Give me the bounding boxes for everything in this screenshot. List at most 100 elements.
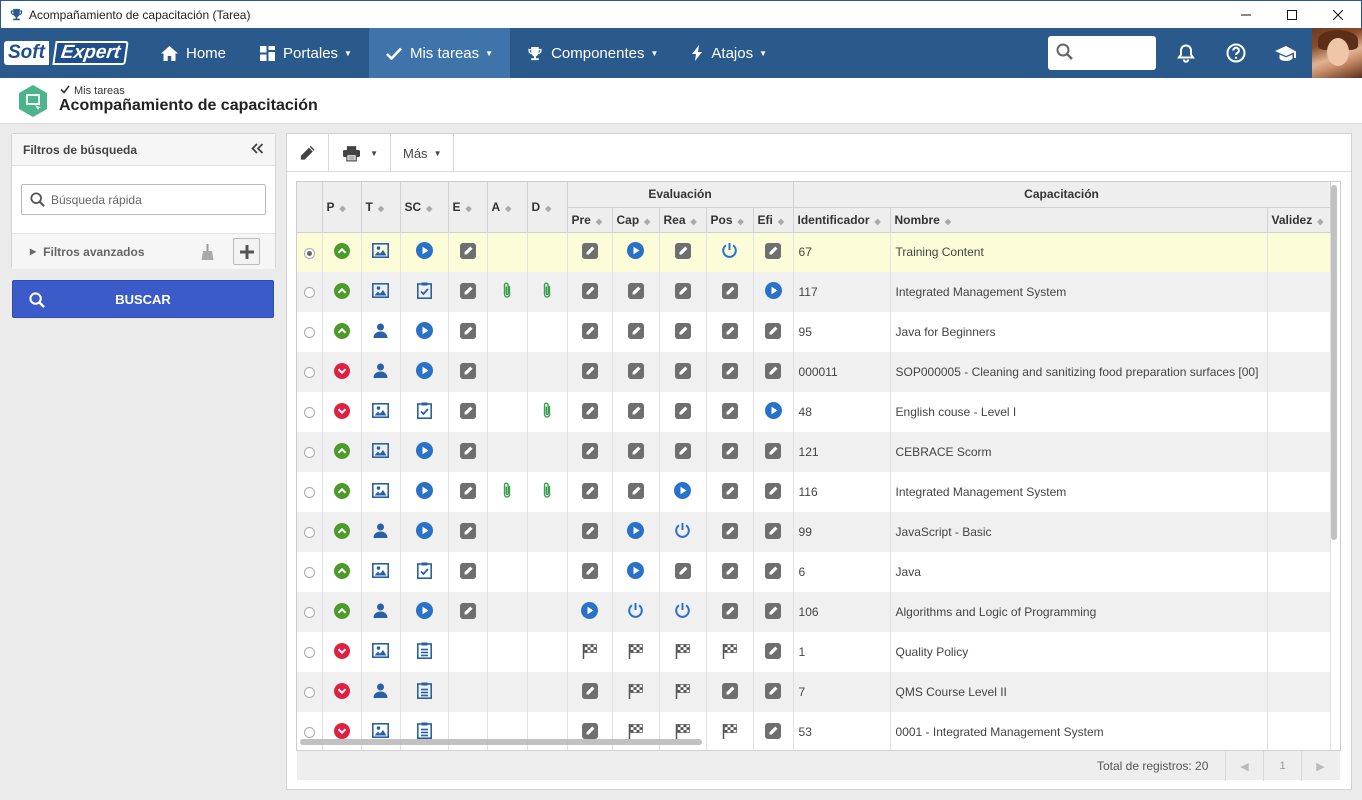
- checkered-flag-icon[interactable]: [628, 683, 644, 702]
- edit-icon[interactable]: [765, 722, 781, 742]
- edit-icon[interactable]: [459, 282, 476, 302]
- bell-icon[interactable]: [1169, 36, 1203, 70]
- table-row[interactable]: 116 Integrated Management System: [297, 472, 1331, 512]
- table-row[interactable]: 121 CEBRACE Scorm: [297, 432, 1331, 472]
- edit-icon[interactable]: [627, 362, 644, 382]
- maximize-button[interactable]: [1269, 1, 1315, 29]
- column-header-cap[interactable]: Cap ◆: [612, 207, 660, 233]
- add-filter-button[interactable]: [233, 238, 260, 265]
- edit-icon[interactable]: [581, 322, 598, 342]
- edit-icon[interactable]: [581, 482, 598, 502]
- play-icon[interactable]: [627, 522, 644, 542]
- table-row[interactable]: 67 Training Content: [297, 232, 1331, 272]
- power-icon[interactable]: [674, 602, 691, 622]
- edit-icon[interactable]: [459, 522, 476, 542]
- play-icon[interactable]: [581, 602, 598, 622]
- edit-icon[interactable]: [674, 562, 691, 582]
- edit-icon[interactable]: [721, 562, 738, 582]
- edit-icon[interactable]: [459, 562, 476, 582]
- play-icon[interactable]: [415, 442, 433, 462]
- column-header-d[interactable]: D ◆: [527, 182, 568, 233]
- column-header-a[interactable]: A ◆: [487, 182, 528, 233]
- play-icon[interactable]: [415, 362, 433, 382]
- cell-select[interactable]: [297, 552, 323, 592]
- cell-select[interactable]: [297, 632, 323, 672]
- play-icon[interactable]: [415, 482, 433, 502]
- paperclip-icon[interactable]: [542, 482, 552, 502]
- power-icon[interactable]: [721, 242, 738, 262]
- edit-icon[interactable]: [459, 322, 476, 342]
- table-row[interactable]: 48 English couse - Level I: [297, 392, 1331, 432]
- column-header-rea[interactable]: Rea ◆: [659, 207, 707, 233]
- column-header-validez[interactable]: Validez ◆: [1267, 207, 1331, 233]
- row-radio[interactable]: [303, 487, 315, 499]
- cell-select[interactable]: [297, 312, 323, 352]
- edit-icon[interactable]: [721, 282, 738, 302]
- cell-select[interactable]: [297, 392, 323, 432]
- paperclip-icon[interactable]: [502, 282, 512, 302]
- edit-icon[interactable]: [459, 482, 476, 502]
- vertical-scrollbar[interactable]: [1331, 185, 1337, 540]
- row-radio[interactable]: [303, 727, 315, 739]
- row-radio[interactable]: [303, 647, 315, 659]
- column-header-pos[interactable]: Pos ◆: [706, 207, 754, 233]
- edit-icon[interactable]: [765, 442, 781, 462]
- row-radio[interactable]: [303, 247, 315, 259]
- edit-icon[interactable]: [765, 682, 781, 702]
- cell-select[interactable]: [297, 512, 323, 552]
- play-icon[interactable]: [415, 242, 433, 262]
- edit-icon[interactable]: [765, 242, 781, 262]
- table-row[interactable]: 6 Java: [297, 552, 1331, 592]
- edit-icon[interactable]: [674, 322, 691, 342]
- cell-select[interactable]: [297, 352, 323, 392]
- play-icon[interactable]: [674, 482, 691, 502]
- edit-icon[interactable]: [459, 402, 476, 422]
- next-page-button[interactable]: ▶: [1301, 751, 1339, 781]
- play-icon[interactable]: [627, 242, 644, 262]
- prev-page-button[interactable]: ◀: [1225, 751, 1263, 781]
- edit-icon[interactable]: [765, 362, 781, 382]
- quick-search-input[interactable]: Búsqueda rápida: [21, 184, 266, 215]
- edit-icon[interactable]: [721, 402, 738, 422]
- column-header-identificador[interactable]: Identificador ◆: [793, 207, 891, 233]
- edit-icon[interactable]: [459, 242, 476, 262]
- column-header-efi[interactable]: Efi ◆: [753, 207, 794, 233]
- edit-icon[interactable]: [581, 522, 598, 542]
- edit-icon[interactable]: [674, 242, 691, 262]
- row-radio[interactable]: [303, 567, 315, 579]
- row-radio[interactable]: [303, 367, 315, 379]
- edit-icon[interactable]: [459, 362, 476, 382]
- checkered-flag-icon[interactable]: [722, 643, 738, 662]
- nav-componentes[interactable]: Componentes ▼: [510, 28, 675, 78]
- user-avatar[interactable]: [1312, 28, 1362, 78]
- row-radio[interactable]: [303, 607, 315, 619]
- table-row[interactable]: 106 Algorithms and Logic of Programming: [297, 592, 1331, 632]
- paperclip-icon[interactable]: [542, 282, 552, 302]
- play-icon[interactable]: [764, 282, 782, 302]
- power-icon[interactable]: [627, 602, 644, 622]
- edit-icon[interactable]: [581, 242, 598, 262]
- nav-home[interactable]: Home: [144, 28, 243, 78]
- column-header-t[interactable]: T ◆: [361, 182, 401, 233]
- cell-select[interactable]: [297, 432, 323, 472]
- edit-icon[interactable]: [459, 602, 476, 622]
- broom-icon[interactable]: [201, 244, 214, 263]
- table-row[interactable]: 53 0001 - Integrated Management System: [297, 712, 1331, 750]
- edit-button[interactable]: [287, 134, 329, 172]
- play-icon[interactable]: [627, 562, 644, 582]
- graduation-cap-icon[interactable]: [1269, 36, 1303, 70]
- collapse-icon[interactable]: [251, 142, 264, 157]
- edit-icon[interactable]: [627, 482, 644, 502]
- cell-select[interactable]: [297, 712, 323, 750]
- checkered-flag-icon[interactable]: [675, 643, 691, 662]
- help-icon[interactable]: [1219, 36, 1253, 70]
- checkered-flag-icon[interactable]: [675, 683, 691, 702]
- edit-icon[interactable]: [674, 362, 691, 382]
- play-icon[interactable]: [415, 322, 433, 342]
- softexpert-logo[interactable]: Soft Expert: [4, 39, 134, 67]
- close-window-button[interactable]: [1315, 1, 1361, 29]
- edit-icon[interactable]: [674, 442, 691, 462]
- checkered-flag-icon[interactable]: [722, 723, 738, 742]
- column-header-nombre[interactable]: Nombre ◆: [890, 207, 1268, 233]
- table-row[interactable]: 000011 SOP000005 - Cleaning and sanitizin…: [297, 352, 1331, 392]
